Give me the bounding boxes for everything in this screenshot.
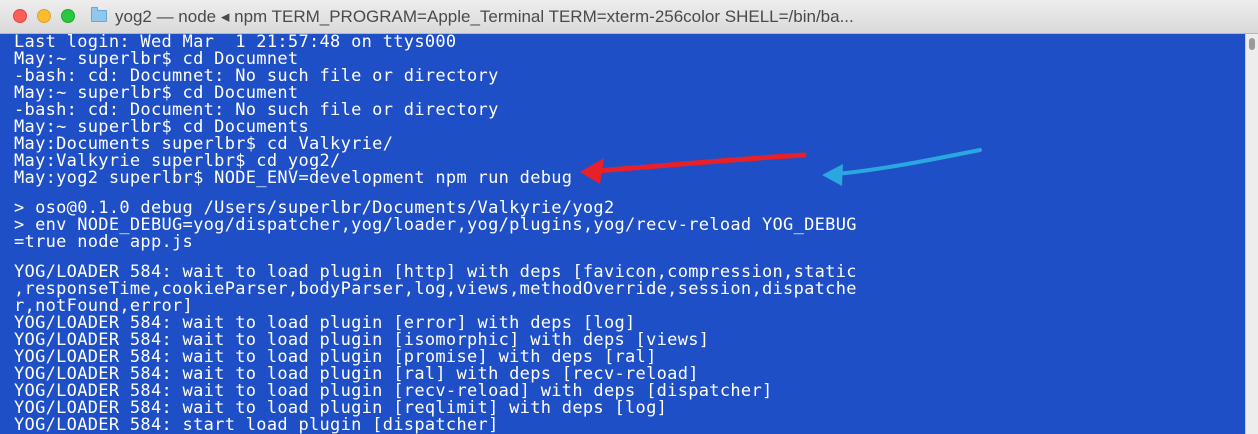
terminal-line: YOG/LOADER 584: start load plugin [dispa… <box>14 415 499 434</box>
terminal-line: ,responseTime,cookieParser,bodyParser,lo… <box>14 279 857 299</box>
window-title: yog2 — node ◂ npm TERM_PROGRAM=Apple_Ter… <box>115 7 854 26</box>
title-bar[interactable]: yog2 — node ◂ npm TERM_PROGRAM=Apple_Ter… <box>0 0 1258 34</box>
terminal-line: May:yog2 superlbr$ NODE_ENV=development … <box>14 168 573 188</box>
terminal-line: =true node app.js <box>14 232 194 252</box>
terminal-lines: Last login: Wed Mar 1 21:57:48 on ttys00… <box>14 34 1244 434</box>
close-button[interactable] <box>13 9 27 23</box>
terminal-scrollbar[interactable] <box>1245 34 1258 434</box>
folder-icon <box>91 7 107 22</box>
minimize-button[interactable] <box>37 9 51 23</box>
scrollbar-thumb[interactable] <box>1249 38 1255 50</box>
terminal-output[interactable]: Last login: Wed Mar 1 21:57:48 on ttys00… <box>0 34 1245 434</box>
terminal-window: yog2 — node ◂ npm TERM_PROGRAM=Apple_Ter… <box>0 0 1258 434</box>
terminal-line: > env NODE_DEBUG=yog/dispatcher,yog/load… <box>14 215 857 235</box>
zoom-button[interactable] <box>61 9 75 23</box>
